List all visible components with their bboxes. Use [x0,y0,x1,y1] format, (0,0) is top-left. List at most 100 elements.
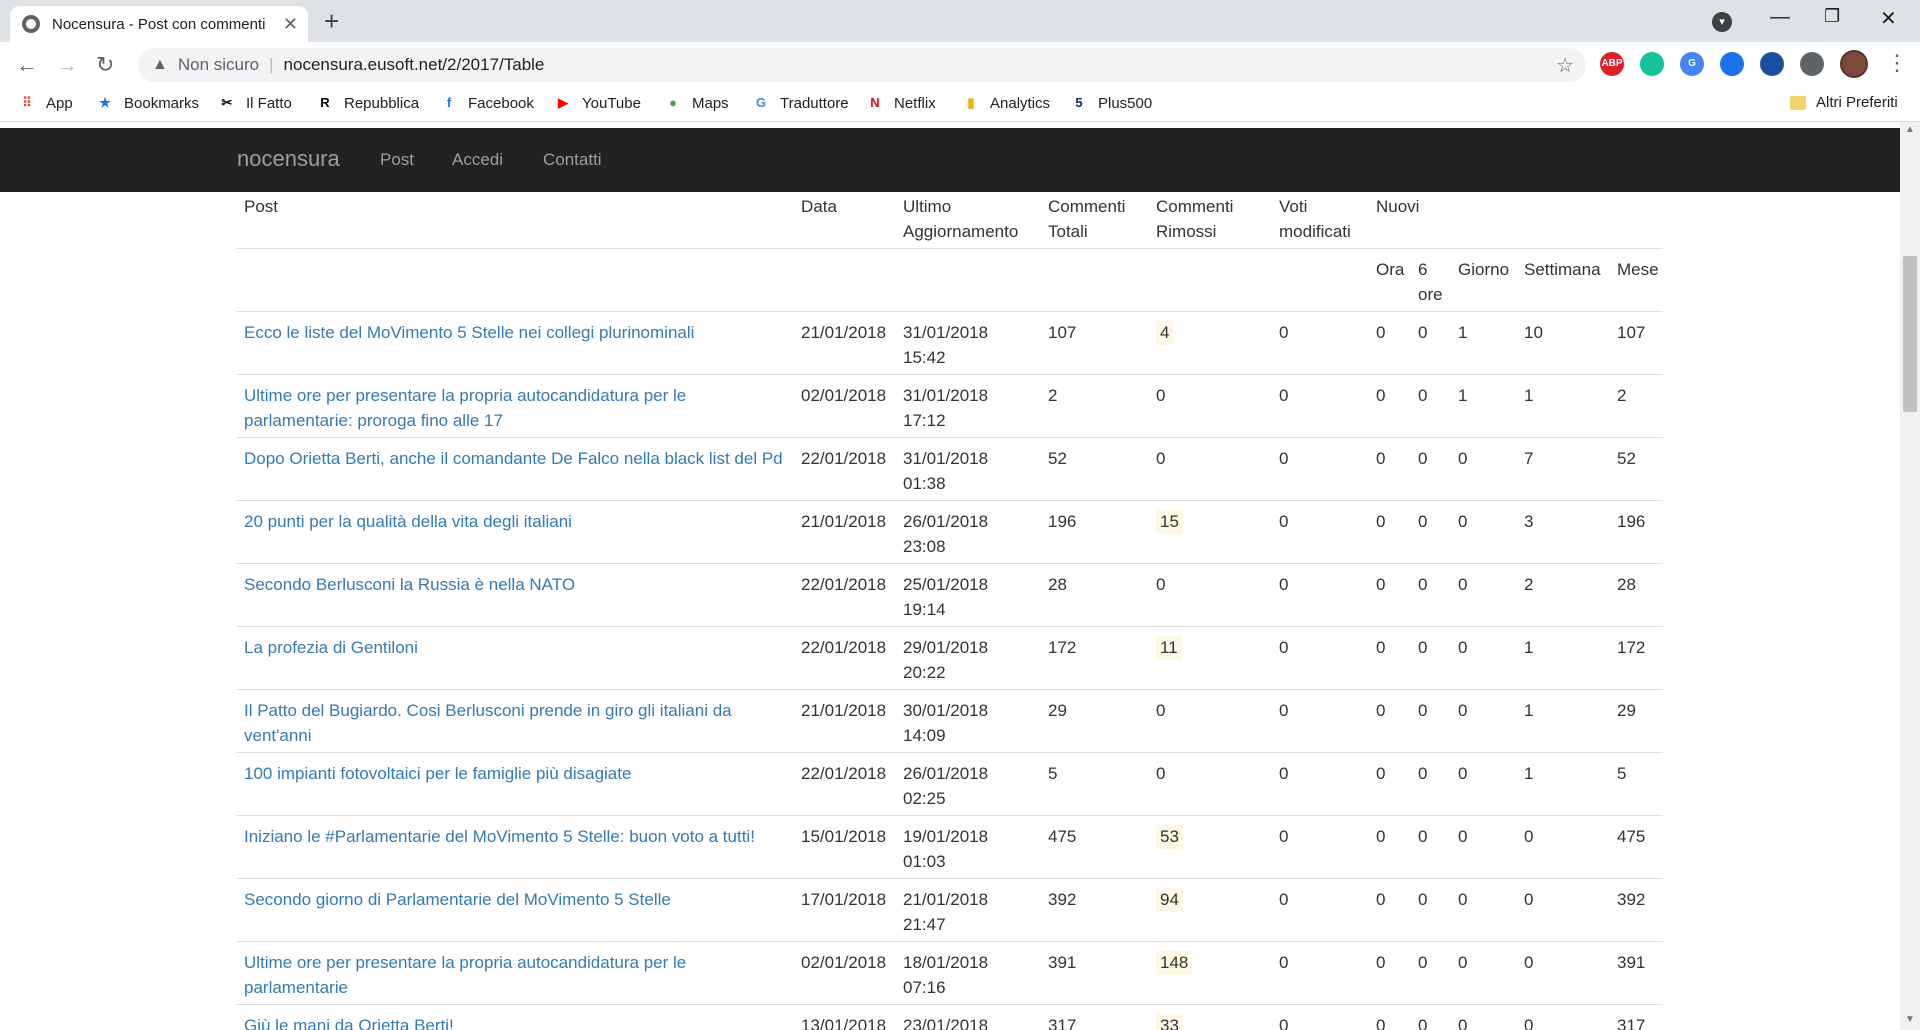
other-bookmarks-label: Altri Preferiti [1816,94,1898,111]
nav-link-contatti[interactable]: Contatti [543,150,602,170]
restore-icon[interactable]: ❐ [1824,6,1840,27]
post-link[interactable]: Giù le mani da Orietta Berti! [244,1016,454,1030]
reload-icon[interactable]: ↻ [96,52,114,78]
post-link[interactable]: Iniziano le #Parlamentarie del MoVimento… [244,827,755,846]
post-link[interactable]: Ultime ore per presentare la propria aut… [244,386,686,430]
removed-comments-cell: 33 [1149,1003,1272,1030]
scroll-up-arrow-icon[interactable]: ▲ [1905,124,1915,135]
adblock-plus-icon[interactable]: ABP [1600,52,1624,76]
post-date-cell: 21/01/2018 [794,499,896,563]
close-tab-icon[interactable]: ✕ [283,14,298,35]
bookmarks-bar: ⠿ App ★ Bookmarks ✂ Il Fatto R Repubblica f Faceb… [0,88,1920,122]
other-bookmarks[interactable]: Altri Preferiti [1790,94,1898,111]
new-week-cell: 1 [1517,625,1610,689]
post-link[interactable]: Ultime ore per presentare la propria aut… [244,953,686,997]
il-fatto-icon: ✂ [221,95,233,110]
page-scrollbar[interactable]: ▲ ▼ [1900,122,1920,1030]
post-link[interactable]: Dopo Orietta Berti, anche il comandante … [244,449,783,468]
url-text[interactable]: nocensura.eusoft.net/2/2017/Table [284,55,545,75]
new-6h-cell: 0 [1411,751,1451,815]
post-date-cell: 21/01/2018 [794,688,896,752]
new-tab-icon[interactable]: + [324,6,339,36]
screen-capture-icon[interactable] [1720,52,1744,76]
header-voti-modificati: Voti modificati [1272,192,1369,249]
table-row: 100 impianti fotovoltaici per le famigli… [237,751,1663,815]
removed-comments-cell: 0 [1149,436,1272,500]
new-hour-cell: 0 [1369,625,1411,689]
last-update-cell: 21/01/2018 21:47 [896,877,1041,941]
nav-link-post[interactable]: Post [380,150,414,170]
removed-count-highlight: 148 [1156,950,1193,975]
removed-comments-cell: 0 [1149,562,1272,626]
post-link[interactable]: Secondo giorno di Parlamentarie del MoVi… [244,890,671,909]
site-brand[interactable]: nocensura [237,146,340,172]
globe-extension-icon[interactable] [1760,52,1784,76]
minimize-icon[interactable]: — [1770,6,1790,29]
scroll-down-arrow-icon[interactable]: ▼ [1905,1014,1915,1025]
google-translate-icon[interactable]: G [1680,52,1704,76]
close-window-icon[interactable]: ✕ [1880,6,1897,31]
post-link[interactable]: 100 impianti fotovoltaici per le famigli… [244,764,631,783]
post-link[interactable]: La profezia di Gentiloni [244,638,418,657]
post-title-cell: Giù le mani da Orietta Berti! [237,1003,794,1030]
table-body: Ecco le liste del MoVimento 5 Stelle nei… [237,310,1663,1030]
header-nuovi: Nuovi [1369,192,1663,249]
modified-votes-cell: 0 [1272,499,1369,563]
bookmark-star-icon[interactable]: ☆ [1556,53,1574,78]
new-week-cell: 1 [1517,751,1610,815]
new-week-cell: 0 [1517,877,1610,941]
warning-icon[interactable]: ▲ [152,56,168,74]
bookmark-youtube[interactable]: ▶ YouTube [554,94,641,112]
bookmark-facebook[interactable]: f Facebook [440,94,534,112]
bookmark-bookmarks[interactable]: ★ Bookmarks [96,94,199,112]
address-bar[interactable]: ▲ Non sicuro | nocensura.eusoft.net/2/20… [138,48,1586,82]
table-row: Ultime ore per presentare la propria aut… [237,373,1663,437]
security-label[interactable]: Non sicuro [178,55,259,75]
back-icon[interactable]: ← [16,52,38,78]
modified-votes-cell: 0 [1272,751,1369,815]
puzzle-extensions-icon[interactable] [1800,52,1824,76]
bookmark-il-fatto[interactable]: ✂ Il Fatto [218,94,292,112]
profile-avatar[interactable] [1840,50,1868,78]
grammarly-icon[interactable] [1640,52,1664,76]
removed-comments-cell: 53 [1149,814,1272,878]
post-link[interactable]: Ecco le liste del MoVimento 5 Stelle nei… [244,323,694,342]
scroll-thumb[interactable] [1903,256,1917,412]
bookmark-plus500[interactable]: 5 Plus500 [1070,94,1152,112]
post-title-cell: Ultime ore per presentare la propria aut… [237,940,794,1004]
removed-count-highlight: 11 [1156,635,1182,660]
removed-comments-cell: 0 [1149,373,1272,437]
bookmark-app[interactable]: ⠿ App [18,94,72,112]
post-link[interactable]: Il Patto del Bugiardo. Cosi Berlusconi p… [244,701,732,745]
globe-favicon-icon [22,15,40,33]
new-week-cell: 7 [1517,436,1610,500]
post-date-cell: 21/01/2018 [794,310,896,374]
new-month-cell: 5 [1610,751,1663,815]
tab-search-icon[interactable]: ▾ [1712,12,1732,32]
nav-link-accedi[interactable]: Accedi [452,150,503,170]
bookmark-traduttore[interactable]: G Traduttore [752,94,849,112]
bookmark-repubblica[interactable]: R Repubblica [316,94,419,112]
post-link[interactable]: 20 punti per la qualità della vita degli… [244,512,572,531]
new-week-cell: 1 [1517,373,1610,437]
post-title-cell: Secondo Berlusconi la Russia è nella NAT… [237,562,794,626]
total-comments-cell: 392 [1041,877,1149,941]
forward-icon[interactable]: → [56,52,78,78]
new-6h-cell: 0 [1411,688,1451,752]
post-title-cell: Secondo giorno di Parlamentarie del MoVi… [237,877,794,941]
removed-comments-cell: 15 [1149,499,1272,563]
bookmark-analytics[interactable]: ▮ Analytics [962,94,1050,112]
removed-comments-cell: 0 [1149,688,1272,752]
table-row: Il Patto del Bugiardo. Cosi Berlusconi p… [237,688,1663,752]
bookmark-maps[interactable]: ● Maps [664,94,729,112]
modified-votes-cell: 0 [1272,814,1369,878]
new-6h-cell: 0 [1411,562,1451,626]
tab-strip: Nocensura - Post con commenti ✕ + ▾ — ❐ … [0,0,1920,42]
header-ultimo-aggiornamento: Ultimo Aggiornamento [896,192,1041,249]
post-link[interactable]: Secondo Berlusconi la Russia è nella NAT… [244,575,575,594]
menu-kebab-icon[interactable]: ⋮ [1886,50,1908,76]
table-subheader-row: Ora 6 ore Giorno Settimana Mese [237,248,1663,311]
browser-tab[interactable]: Nocensura - Post con commenti ✕ [10,6,308,42]
bookmark-netflix[interactable]: N Netflix [866,94,935,112]
last-update-cell: 31/01/2018 01:38 [896,436,1041,500]
